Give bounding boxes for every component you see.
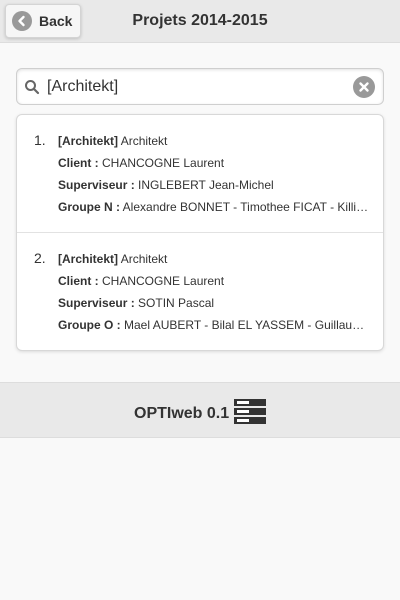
- group-row: Groupe O : Mael AUBERT - Bilal EL YASSEM…: [58, 318, 373, 332]
- clear-search-icon[interactable]: [353, 76, 375, 98]
- supervisor-value: SOTIN Pascal: [138, 296, 215, 310]
- back-button[interactable]: Back: [5, 4, 81, 38]
- project-title: [Architekt] Architekt: [58, 134, 373, 148]
- search-input[interactable]: [47, 72, 347, 102]
- supervisor-row: Superviseur : INGLEBERT Jean-Michel: [58, 178, 373, 192]
- page-title: Projets 2014-2015: [132, 12, 268, 29]
- server-icon: [234, 399, 266, 424]
- client-label: Client :: [58, 156, 99, 170]
- supervisor-label: Superviseur :: [58, 178, 135, 192]
- client-label: Client :: [58, 274, 99, 288]
- supervisor-label: Superviseur :: [58, 296, 135, 310]
- client-row: Client : CHANCOGNE Laurent: [58, 156, 373, 170]
- client-value: CHANCOGNE Laurent: [102, 274, 225, 288]
- group-label: Groupe O :: [58, 318, 121, 332]
- item-number: 1.: [34, 132, 46, 148]
- project-tag: [Architekt]: [58, 252, 119, 266]
- footer-bar: OPTIweb 0.1: [0, 382, 400, 438]
- client-value: CHANCOGNE Laurent: [102, 156, 225, 170]
- project-name: Architekt: [120, 134, 168, 148]
- group-row: Groupe N : Alexandre BONNET - Timothee F…: [58, 200, 373, 214]
- supervisor-row: Superviseur : SOTIN Pascal: [58, 296, 373, 310]
- header-bar: Back Projets 2014-2015: [0, 0, 400, 43]
- supervisor-value: INGLEBERT Jean-Michel: [138, 178, 274, 192]
- project-tag: [Architekt]: [58, 134, 119, 148]
- project-name: Architekt: [120, 252, 168, 266]
- results-list: 1. [Architekt] Architekt Client : CHANCO…: [16, 114, 384, 351]
- search-icon: [25, 80, 40, 95]
- list-item[interactable]: 1. [Architekt] Architekt Client : CHANCO…: [17, 115, 383, 233]
- group-value: Mael AUBERT - Bilal EL YASSEM - Guillaum…: [124, 318, 373, 332]
- project-title: [Architekt] Architekt: [58, 252, 373, 266]
- list-item[interactable]: 2. [Architekt] Architekt Client : CHANCO…: [17, 233, 383, 350]
- group-value: Alexandre BONNET - Timothee FICAT - Kill…: [122, 200, 373, 214]
- group-label: Groupe N :: [58, 200, 120, 214]
- search-field[interactable]: [16, 68, 384, 105]
- footer-brand: OPTIweb 0.1: [134, 405, 230, 422]
- client-row: Client : CHANCOGNE Laurent: [58, 274, 373, 288]
- item-number: 2.: [34, 250, 46, 266]
- back-button-label: Back: [39, 13, 73, 29]
- arrow-left-icon: [12, 11, 32, 31]
